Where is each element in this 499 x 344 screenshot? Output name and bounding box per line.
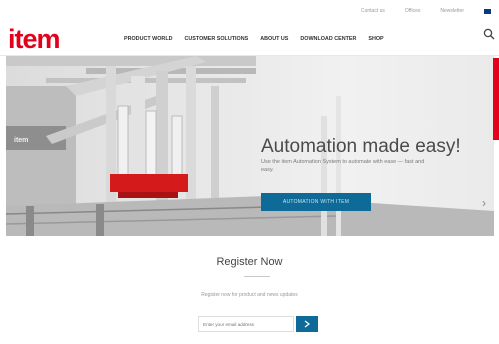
utility-link-newsletter[interactable]: Newsletter xyxy=(440,8,464,14)
hero-banner: item Automation made easy! Use the item … xyxy=(6,56,494,236)
nav-product-world[interactable]: PRODUCT WORLD xyxy=(124,36,173,42)
item-logo[interactable]: item xyxy=(8,24,61,55)
nav-customer-solutions[interactable]: CUSTOMER SOLUTIONS xyxy=(185,36,249,42)
nav-download-center[interactable]: DOWNLOAD CENTER xyxy=(300,36,356,42)
register-title: Register Now xyxy=(216,256,283,268)
utility-link-offices[interactable]: Offices xyxy=(405,8,420,14)
chevron-right-icon[interactable]: › xyxy=(482,196,486,210)
register-text: Register now for product and news update… xyxy=(201,292,298,298)
register-divider xyxy=(244,276,270,277)
email-input[interactable] xyxy=(198,316,294,332)
hero-cta-button[interactable]: AUTOMATION WITH ITEM xyxy=(261,193,371,211)
hero-subtitle: Use the item Automation System to automa… xyxy=(261,159,425,173)
uk-flag-icon[interactable] xyxy=(484,8,491,14)
svg-text:item: item xyxy=(14,137,28,144)
search-icon[interactable] xyxy=(483,28,495,40)
nav-about-us[interactable]: ABOUT US xyxy=(260,36,288,42)
utility-link-contact[interactable]: Contact us xyxy=(361,8,385,14)
utility-bar: Contact us Offices Newsletter xyxy=(361,6,491,16)
main-nav: PRODUCT WORLD CUSTOMER SOLUTIONS ABOUT U… xyxy=(124,36,384,42)
side-feedback-tab[interactable] xyxy=(493,58,499,140)
nav-shop[interactable]: SHOP xyxy=(368,36,383,42)
register-submit-button[interactable] xyxy=(296,316,318,332)
arrow-right-icon xyxy=(304,320,310,328)
hero-title: Automation made easy! xyxy=(261,136,461,157)
